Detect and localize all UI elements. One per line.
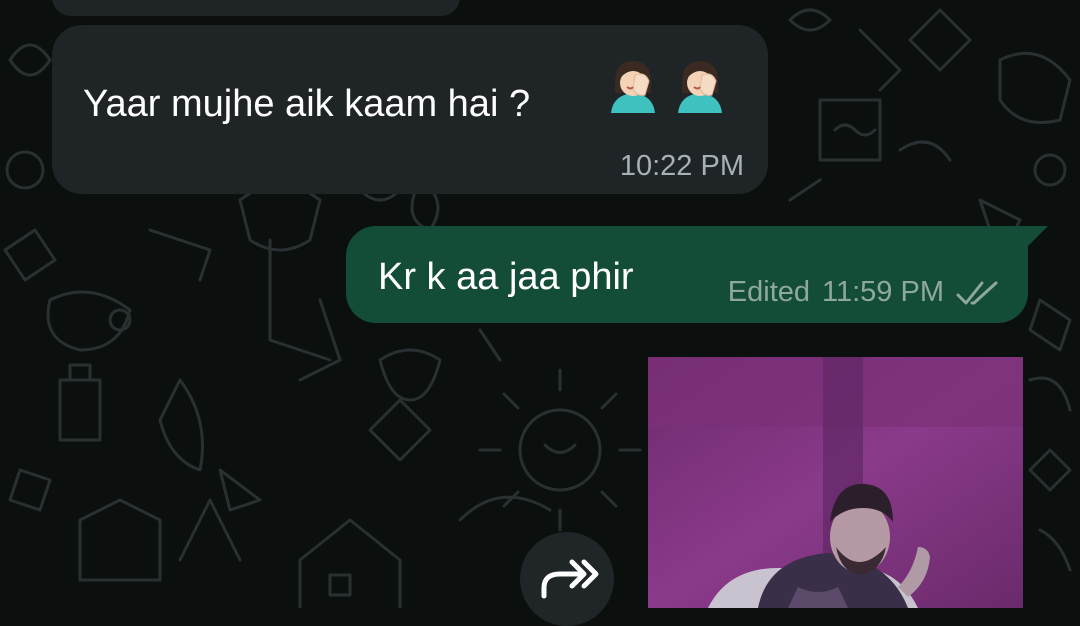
outgoing-message-bubble[interactable]: Kr k aa jaa phir Edited 11:59 PM bbox=[346, 226, 1048, 323]
video-thumbnail bbox=[648, 357, 1023, 608]
facepalm-woman-emoji bbox=[611, 61, 655, 113]
forward-icon bbox=[541, 559, 599, 599]
incoming-message-text: Yaar mujhe aik kaam hai ? bbox=[83, 83, 531, 125]
bubble-tail bbox=[1026, 226, 1048, 248]
incoming-message-time: 10:22 PM bbox=[619, 150, 744, 182]
outgoing-message-text: Kr k aa jaa phir bbox=[378, 256, 634, 298]
edited-label: Edited bbox=[727, 276, 811, 308]
incoming-message-bubble[interactable]: Yaar mujhe aik kaam hai ? 10:22 PM bbox=[52, 25, 768, 194]
facepalm-woman-emoji bbox=[678, 61, 722, 113]
outgoing-message-meta: Edited 11:59 PM bbox=[728, 276, 1002, 309]
double-check-icon bbox=[956, 281, 998, 304]
outgoing-message-time: 11:59 PM bbox=[822, 276, 944, 308]
previous-message-bubble[interactable] bbox=[52, 0, 460, 16]
media-image-message[interactable] bbox=[648, 357, 1023, 608]
forward-button[interactable] bbox=[520, 532, 614, 626]
